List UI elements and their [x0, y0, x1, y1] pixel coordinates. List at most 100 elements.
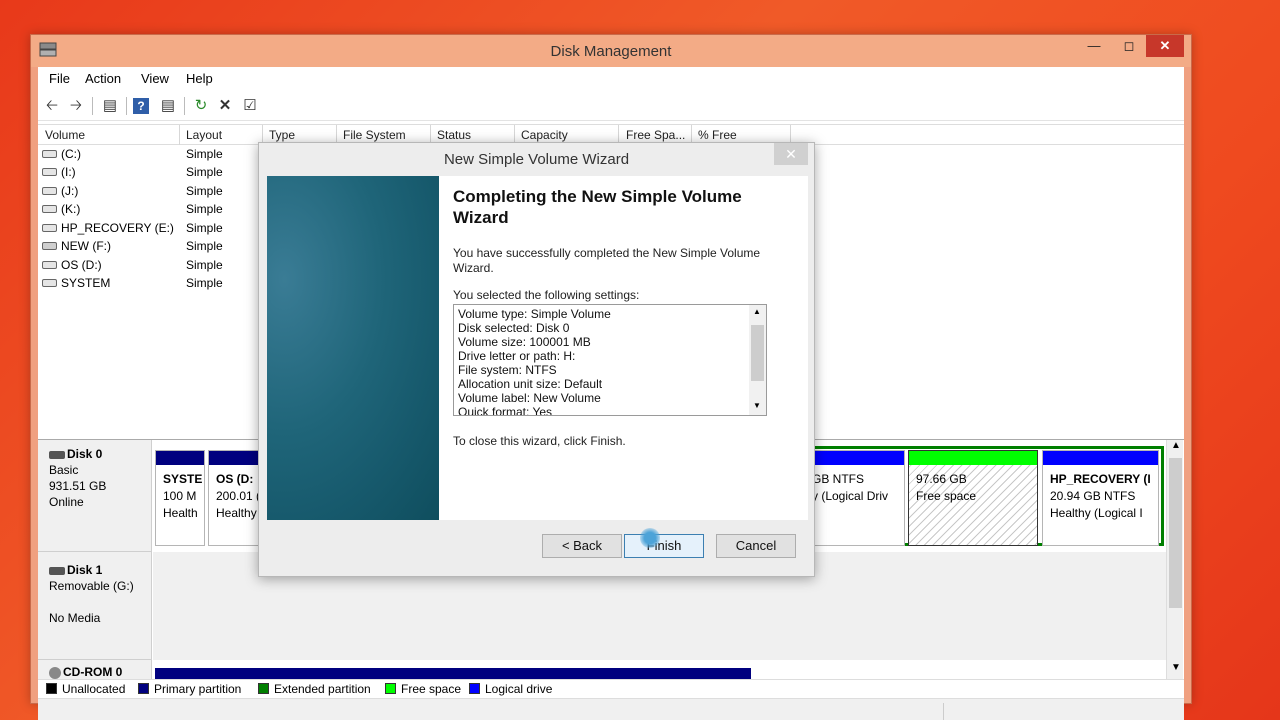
volume-row-system[interactable]: SYSTEM Simple [38, 274, 288, 292]
legend-swatch [385, 683, 396, 694]
menu-file[interactable]: File [49, 71, 70, 86]
volume-row-k[interactable]: (K:) Simple [38, 200, 288, 218]
column-percent-free[interactable]: % Free [698, 128, 737, 142]
scroll-down-icon[interactable]: ▼ [753, 401, 761, 410]
partition-logical[interactable]: GB NTFS y (Logical Driv [810, 450, 905, 546]
minimize-button[interactable]: — [1076, 35, 1112, 57]
refresh-icon[interactable]: ↻ [190, 96, 212, 116]
scroll-down-icon[interactable]: ▼ [1171, 662, 1181, 673]
status-bar [38, 698, 1184, 720]
disk-icon [49, 450, 65, 459]
wizard-message: You have successfully completed the New … [453, 246, 761, 275]
partition-size: 20.94 GB NTFS [1050, 489, 1136, 503]
volume-row-new[interactable]: NEW (F:) Simple [38, 237, 288, 255]
forward-arrow-icon[interactable]: 🡢 [65, 96, 87, 116]
setting-allocation-unit: Allocation unit size: Default [458, 377, 603, 391]
cancel-button[interactable]: Cancel [716, 534, 796, 558]
legend-swatch [258, 683, 269, 694]
disk-0-type: Basic [49, 463, 79, 477]
back-button[interactable]: < Back [542, 534, 622, 558]
partition-info: 97.66 GB Free space [916, 471, 1036, 505]
settings-scrollbar[interactable]: ▲ ▼ [749, 305, 766, 415]
drive-icon [42, 205, 57, 213]
partition-info: SYSTE 100 M Health [163, 471, 205, 522]
partition-bar [209, 451, 259, 465]
setting-volume-size: Volume size: 100001 MB [458, 335, 591, 349]
menu-bar: File Action View Help [38, 67, 1184, 91]
partition-status: Healthy (Logical I [1050, 506, 1143, 520]
disk-0-name: Disk 0 [67, 447, 103, 461]
volume-name: (K:) [61, 202, 81, 216]
title-bar[interactable]: Disk Management — ◻ ✕ [31, 35, 1191, 67]
partition-info: OS (D: 200.01 ( Healthy [216, 471, 260, 522]
column-file-system[interactable]: File System [343, 128, 406, 142]
column-capacity[interactable]: Capacity [521, 128, 568, 142]
disk-1-type: Removable (G:) [49, 579, 134, 593]
scroll-thumb[interactable] [1169, 458, 1182, 608]
partition-size: 97.66 GB [916, 472, 967, 486]
settings-summary-box[interactable]: Volume type: Simple Volume Disk selected… [453, 304, 767, 416]
scroll-up-icon[interactable]: ▲ [1171, 440, 1181, 451]
drive-icon [42, 279, 57, 287]
cdrom-0-label[interactable]: CD-ROM 0 [38, 660, 152, 680]
checklist-icon[interactable]: ☑ [239, 96, 261, 116]
properties-icon[interactable]: ▤ [157, 96, 179, 116]
menu-view[interactable]: View [141, 71, 169, 86]
maximize-button[interactable]: ◻ [1112, 35, 1146, 57]
partition-os[interactable]: OS (D: 200.01 ( Healthy [208, 450, 260, 546]
volume-row-j[interactable]: (J:) Simple [38, 182, 288, 200]
scroll-up-icon[interactable]: ▲ [753, 307, 761, 316]
volume-row-hp-recovery[interactable]: HP_RECOVERY (E:) Simple [38, 219, 288, 237]
menu-help[interactable]: Help [186, 71, 213, 86]
volume-row-os[interactable]: OS (D:) Simple [38, 256, 288, 274]
toolbar: 🡠 🡢 ▤ ? ▤ ↻ ✕ ☑ [38, 91, 1184, 121]
setting-volume-type: Volume type: Simple Volume [458, 307, 611, 321]
legend-label: Logical drive [485, 682, 553, 696]
column-divider[interactable] [179, 125, 180, 145]
column-volume[interactable]: Volume [45, 128, 85, 142]
column-free-space[interactable]: Free Spa... [626, 128, 685, 142]
partition-info: GB NTFS y (Logical Driv [812, 471, 902, 505]
volume-layout: Simple [186, 239, 223, 253]
partition-size: GB NTFS [812, 472, 865, 486]
back-arrow-icon[interactable]: 🡠 [41, 96, 63, 116]
disk-1-status: No Media [49, 611, 101, 625]
legend-label: Primary partition [154, 682, 242, 696]
column-layout[interactable]: Layout [186, 128, 222, 142]
volume-layout: Simple [186, 276, 223, 290]
column-status[interactable]: Status [437, 128, 471, 142]
wizard-close-button[interactable]: ✕ [774, 143, 808, 165]
legend-primary: Primary partition [138, 682, 241, 696]
help-icon[interactable]: ? [133, 98, 149, 114]
partition-free-space[interactable]: 97.66 GB Free space [908, 450, 1038, 546]
disk-0-size: 931.51 GB [49, 479, 107, 493]
disk-1-label[interactable]: Disk 1 Removable (G:) No Media [38, 552, 152, 660]
partition-hp-recovery[interactable]: HP_RECOVERY (I 20.94 GB NTFS Healthy (Lo… [1042, 450, 1159, 546]
menu-action[interactable]: Action [85, 71, 121, 86]
disk-0-title: Disk 0 [49, 446, 151, 462]
volume-row-i[interactable]: (I:) Simple [38, 163, 288, 181]
volume-name: (J:) [61, 184, 79, 198]
partition-bar [156, 451, 204, 465]
partition-bar [1043, 451, 1158, 465]
finish-button[interactable]: Finish [624, 534, 704, 558]
delete-icon[interactable]: ✕ [214, 96, 236, 116]
volume-layout: Simple [186, 147, 223, 161]
disk-map-scrollbar[interactable]: ▲ ▼ [1166, 440, 1183, 680]
console-tree-icon[interactable]: ▤ [99, 96, 121, 116]
disk-0-label[interactable]: Disk 0 Basic 931.51 GB Online [38, 440, 152, 552]
close-button[interactable]: ✕ [1146, 35, 1184, 57]
volume-layout: Simple [186, 202, 223, 216]
scroll-thumb[interactable] [751, 325, 764, 381]
partition-size: 100 M [163, 489, 197, 503]
close-instruction: To close this wizard, click Finish. [453, 434, 626, 448]
removable-disk-icon [49, 566, 65, 575]
volume-row-c[interactable]: (C:) Simple [38, 145, 288, 163]
column-type[interactable]: Type [269, 128, 295, 142]
drive-icon [42, 187, 57, 195]
partition-system[interactable]: SYSTE 100 M Health [155, 450, 205, 546]
toolbar-separator [126, 97, 127, 115]
volume-layout: Simple [186, 165, 223, 179]
volume-name: HP_RECOVERY (E:) [61, 221, 174, 235]
legend-extended: Extended partition [258, 682, 371, 696]
